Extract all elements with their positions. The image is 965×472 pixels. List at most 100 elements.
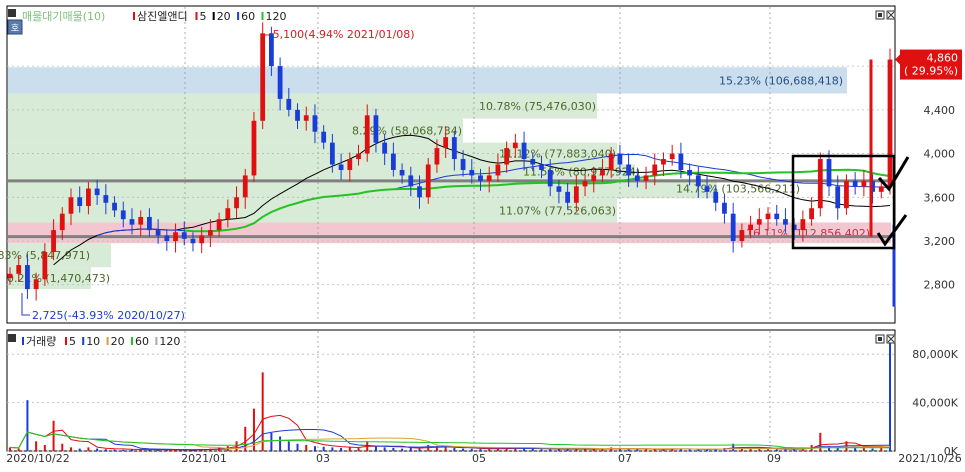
volume-bar: [313, 446, 316, 451]
x-axis-label: 05: [472, 452, 486, 465]
candle-body: [25, 265, 30, 290]
y-tick-label: 4,400: [924, 104, 956, 117]
volume-tick-label: 40,000K: [912, 397, 958, 410]
legend-label: 5: [200, 10, 207, 23]
candle-body: [129, 219, 135, 225]
candle-body: [364, 115, 370, 154]
y-tick-label: 3,200: [924, 235, 956, 248]
candle-body: [77, 197, 83, 207]
volume-panel-menu-icon: [8, 334, 16, 342]
volume-bar: [340, 447, 343, 451]
volume-bar: [17, 448, 20, 451]
candle-body: [103, 195, 109, 203]
volume-legend-swatch: [155, 337, 158, 345]
price-band-label: 11.07% (77,526,063): [499, 204, 616, 217]
y-tick-label: 3,600: [924, 191, 956, 204]
candle-body: [390, 153, 396, 170]
volume-bar: [418, 448, 421, 451]
candle-body: [155, 230, 161, 236]
candle-body: [547, 169, 553, 187]
candle-body: [434, 148, 440, 165]
candle-body: [173, 232, 178, 242]
candle-body: [451, 137, 457, 160]
volume-bar: [444, 447, 447, 451]
last-change-label: ( 29.95%): [904, 65, 958, 78]
legend-label: 삼진엘앤디: [137, 10, 188, 23]
volume-bar: [392, 447, 395, 451]
volume-bar: [35, 441, 38, 451]
candle-body: [687, 169, 692, 176]
volume-bar: [401, 448, 404, 451]
candle-body: [120, 210, 126, 220]
volume-bar: [409, 447, 412, 451]
candle-body: [112, 202, 117, 211]
legend-swatch: [237, 12, 240, 20]
legend-label: 60: [241, 10, 255, 23]
candle-body: [861, 180, 867, 187]
candle-body: [303, 115, 309, 121]
volume-legend-swatch: [22, 337, 24, 345]
candle-body: [556, 186, 562, 192]
candle-body: [739, 230, 745, 242]
candle-body: [286, 98, 292, 110]
candle-body: [600, 169, 605, 176]
candle-body: [16, 265, 22, 274]
legend-label: 매물대기매물(10): [22, 10, 105, 23]
chart-canvas: 15.23% (106,688,418) 10.78% (75,476,030) 8…: [0, 5, 962, 465]
volume-bar: [52, 420, 55, 451]
price-panel-maximize-icon-inner: [878, 13, 882, 17]
volume-bar: [836, 447, 839, 451]
candle-body: [42, 251, 48, 280]
x-axis-label: 07: [618, 452, 632, 465]
candle-body: [181, 232, 187, 239]
volume-bar: [279, 436, 282, 451]
candle-body: [669, 153, 675, 160]
volume-bar: [453, 447, 456, 451]
candle-body: [382, 142, 388, 154]
candle-body: [216, 219, 222, 231]
candle-body: [329, 142, 335, 165]
candle-body: [530, 159, 536, 165]
volume-legend-label: 거래량: [26, 335, 56, 348]
candle-body: [68, 197, 74, 214]
candle-body: [495, 164, 501, 176]
volume-bar: [627, 449, 630, 451]
volume-bar: [688, 449, 691, 451]
candle-body: [190, 238, 196, 244]
volume-bar: [104, 449, 107, 451]
volume-bar: [488, 449, 491, 451]
candle-body: [199, 235, 205, 244]
candle-body: [504, 148, 510, 165]
volume-bar: [557, 449, 560, 451]
candle-body: [7, 273, 13, 279]
legend-swatch: [195, 12, 198, 20]
y-tick-label: 4,000: [924, 148, 956, 161]
candle-body: [460, 159, 466, 170]
candle-body: [521, 142, 527, 160]
x-axis-label: 2021/10/26: [898, 452, 961, 465]
candle-body: [33, 279, 39, 290]
candle-body: [887, 59, 893, 187]
volume-bar: [784, 449, 787, 451]
volume-bar: [322, 446, 325, 451]
candle-body: [277, 66, 283, 99]
candle-body: [844, 180, 849, 209]
candle-body: [878, 186, 884, 192]
legend-swatch: [261, 12, 264, 20]
candle-body: [512, 142, 518, 149]
volume-bar: [43, 444, 46, 451]
candle-body: [260, 33, 266, 121]
volume-legend-label: 120: [159, 335, 180, 348]
legend-swatch: [133, 12, 135, 20]
y-tick-label: 2,800: [924, 279, 956, 292]
volume-bar: [531, 448, 534, 451]
candle-body: [373, 115, 379, 143]
high-annotation: 5,100(4.94% 2021/01/08): [273, 28, 415, 41]
candle-body: [86, 188, 91, 207]
candle-body: [347, 159, 353, 170]
x-axis-label: 2020/10/22: [6, 452, 69, 465]
candle-body: [722, 202, 727, 214]
candle-body: [704, 186, 710, 192]
volume-panel-frame: [6, 329, 896, 452]
candle-body: [147, 216, 152, 231]
